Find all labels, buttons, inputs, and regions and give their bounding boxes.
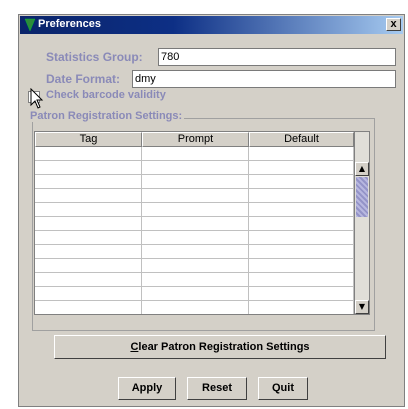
table-cell[interactable]	[35, 231, 142, 245]
table-cell[interactable]	[35, 189, 142, 203]
table-row[interactable]	[35, 287, 354, 301]
column-header-default[interactable]: Default	[249, 132, 354, 147]
table-cell[interactable]	[35, 273, 142, 287]
app-icon	[24, 18, 36, 32]
column-header-tag[interactable]: Tag	[35, 132, 142, 147]
scroll-down-button[interactable]: ▼	[355, 300, 369, 314]
table-row[interactable]	[35, 245, 354, 259]
table-cell[interactable]	[35, 301, 142, 314]
mouse-pointer-icon	[30, 88, 44, 109]
clear-button-label: lear Patron Registration Settings	[138, 341, 310, 353]
table-header: Tag Prompt Default	[35, 132, 354, 147]
table-cell[interactable]	[35, 175, 142, 189]
patron-registration-group-label: Patron Registration Settings:	[28, 110, 185, 122]
date-format-label: Date Format:	[46, 72, 121, 86]
table-cell[interactable]	[142, 217, 249, 231]
apply-button[interactable]: Apply	[118, 377, 176, 400]
table-cell[interactable]	[142, 203, 249, 217]
table-cell[interactable]	[249, 273, 354, 287]
window-title: Preferences	[38, 18, 101, 30]
table-row[interactable]	[35, 231, 354, 245]
table-cell[interactable]	[35, 245, 142, 259]
statistics-group-field[interactable]: 780	[158, 48, 396, 66]
table-cell[interactable]	[35, 259, 142, 273]
table-cell[interactable]	[249, 189, 354, 203]
table-row[interactable]	[35, 301, 354, 314]
table-cell[interactable]	[142, 245, 249, 259]
table-cell[interactable]	[249, 175, 354, 189]
patron-registration-table[interactable]: Tag Prompt Default	[34, 131, 355, 315]
table-cell[interactable]	[35, 203, 142, 217]
table-cell[interactable]	[142, 287, 249, 301]
statistics-group-label: Statistics Group:	[46, 50, 143, 64]
scroll-thumb[interactable]	[356, 177, 368, 217]
barcode-validity-label[interactable]: Check barcode validity	[46, 89, 166, 101]
table-row[interactable]	[35, 259, 354, 273]
reset-button[interactable]: Reset	[187, 377, 247, 400]
table-cell[interactable]	[142, 189, 249, 203]
table-cell[interactable]	[249, 301, 354, 314]
table-cell[interactable]	[249, 245, 354, 259]
date-format-field[interactable]: dmy	[132, 70, 396, 88]
table-row[interactable]	[35, 217, 354, 231]
table-cell[interactable]	[142, 231, 249, 245]
table-row[interactable]	[35, 189, 354, 203]
quit-button[interactable]: Quit	[258, 377, 308, 400]
table-cell[interactable]	[249, 161, 354, 175]
clear-patron-registration-button[interactable]: Clear Patron Registration Settings	[54, 335, 386, 359]
table-cell[interactable]	[35, 161, 142, 175]
column-header-prompt[interactable]: Prompt	[142, 132, 249, 147]
table-cell[interactable]	[35, 217, 142, 231]
table-row[interactable]	[35, 273, 354, 287]
table-row[interactable]	[35, 147, 354, 161]
table-cell[interactable]	[142, 147, 249, 161]
table-cell[interactable]	[249, 203, 354, 217]
table-cell[interactable]	[142, 161, 249, 175]
table-cell[interactable]	[249, 231, 354, 245]
table-cell[interactable]	[249, 259, 354, 273]
table-cell[interactable]	[142, 301, 249, 314]
table-cell[interactable]	[249, 287, 354, 301]
table-cell[interactable]	[142, 273, 249, 287]
close-button[interactable]: x	[386, 18, 401, 31]
title-bar[interactable]: Preferences x	[20, 16, 403, 34]
table-cell[interactable]	[249, 217, 354, 231]
table-cell[interactable]	[142, 259, 249, 273]
scroll-up-button[interactable]: ▲	[355, 162, 369, 176]
table-cell[interactable]	[249, 147, 354, 161]
table-row[interactable]	[35, 175, 354, 189]
table-row[interactable]	[35, 203, 354, 217]
table-cell[interactable]	[142, 175, 249, 189]
table-row[interactable]	[35, 161, 354, 175]
table-cell[interactable]	[35, 147, 142, 161]
table-scrollbar[interactable]: ▲ ▼	[354, 131, 370, 315]
table-cell[interactable]	[35, 287, 142, 301]
